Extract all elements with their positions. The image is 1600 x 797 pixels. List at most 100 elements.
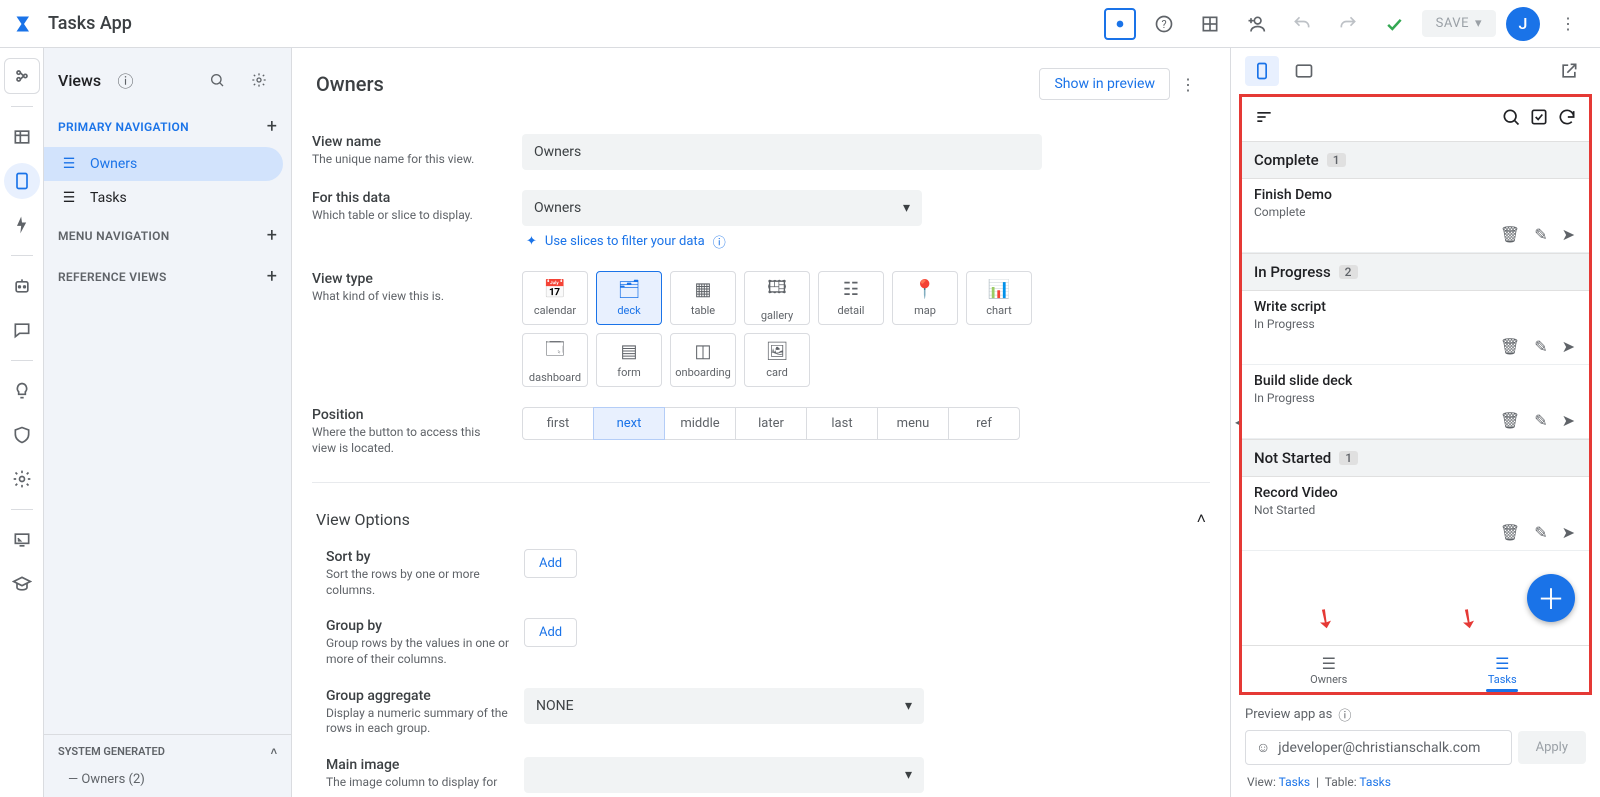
viewtype-tile-form[interactable]: ▤form: [596, 333, 662, 387]
plus-icon[interactable]: +: [267, 225, 277, 246]
gear-icon[interactable]: [241, 62, 277, 98]
preview-item[interactable]: Build slide deck In Progress 🗑 ✎ ➤: [1242, 365, 1589, 439]
preview-item[interactable]: Record Video Not Started 🗑 ✎ ➤: [1242, 477, 1589, 551]
add-user-icon[interactable]: [1238, 6, 1274, 42]
slices-hint-link[interactable]: Use slices to filter your data: [545, 234, 705, 249]
grid-icon[interactable]: [1192, 6, 1228, 42]
add-group-button[interactable]: Add: [524, 618, 577, 647]
add-sort-button[interactable]: Add: [524, 549, 577, 578]
view-name-input[interactable]: [522, 134, 1042, 170]
edit-icon[interactable]: ✎: [1534, 225, 1547, 244]
sysgen-item[interactable]: — Owners (2): [44, 768, 291, 797]
position-middle[interactable]: middle: [664, 407, 736, 440]
undo-icon[interactable]: [1284, 6, 1320, 42]
rail-chat-icon[interactable]: [4, 312, 40, 348]
viewtype-tile-detail[interactable]: ☷detail: [818, 271, 884, 325]
position-next[interactable]: next: [593, 407, 665, 440]
plus-icon[interactable]: +: [267, 116, 277, 137]
group-aggregate-select[interactable]: NONE ▾: [524, 688, 924, 724]
position-later[interactable]: later: [735, 407, 807, 440]
for-data-select[interactable]: Owners ▾: [522, 190, 922, 226]
section-system-generated[interactable]: SYSTEM GENERATED ˄: [44, 734, 291, 768]
open-external-icon[interactable]: [1552, 56, 1586, 86]
delete-icon[interactable]: 🗑: [1500, 411, 1520, 430]
open-icon[interactable]: ➤: [1562, 523, 1575, 542]
position-first[interactable]: first: [522, 407, 594, 440]
rail-security-icon[interactable]: [4, 417, 40, 453]
nav-item-owners[interactable]: ☰ Owners: [44, 147, 283, 181]
bottomnav-tasks[interactable]: ☰Tasks: [1416, 646, 1590, 692]
preview-as-input[interactable]: ☺ jdeveloper@christianschalk.com: [1245, 730, 1512, 765]
rail-manage-icon[interactable]: [4, 522, 40, 558]
rail-home-icon[interactable]: [4, 58, 40, 94]
section-reference-views[interactable]: REFERENCE VIEWS +: [44, 256, 291, 297]
open-icon[interactable]: ➤: [1562, 225, 1575, 244]
check-icon[interactable]: [1376, 6, 1412, 42]
rail-views-icon[interactable]: [4, 163, 40, 199]
rail-learn-icon[interactable]: [4, 566, 40, 602]
more-icon[interactable]: ⋮: [1170, 66, 1206, 102]
section-menu-nav[interactable]: MENU NAVIGATION +: [44, 215, 291, 256]
section-primary-nav[interactable]: PRIMARY NAVIGATION +: [44, 106, 291, 147]
rail-bot-icon[interactable]: [4, 268, 40, 304]
preview-group-header[interactable]: In Progress2: [1242, 253, 1589, 291]
checkbox-icon[interactable]: [1529, 107, 1549, 131]
preview-group-header[interactable]: Complete1: [1242, 141, 1589, 179]
open-icon[interactable]: ➤: [1562, 411, 1575, 430]
info-icon[interactable]: ⓘ: [713, 232, 726, 251]
preview-phone-tab[interactable]: [1245, 56, 1279, 86]
viewtype-tile-onboarding[interactable]: ◫onboarding: [670, 333, 736, 387]
item-title: Record Video: [1254, 485, 1577, 501]
info-icon[interactable]: ⓘ: [118, 68, 134, 92]
search-icon[interactable]: [1501, 107, 1521, 131]
nav-item-label: Owners: [90, 156, 137, 172]
show-in-preview-button[interactable]: Show in preview: [1039, 68, 1170, 100]
refresh-icon[interactable]: [1557, 107, 1577, 131]
avatar[interactable]: J: [1506, 7, 1540, 41]
position-last[interactable]: last: [806, 407, 878, 440]
more-icon[interactable]: ⋮: [1550, 6, 1586, 42]
viewtype-tile-gallery[interactable]: 🖽gallery: [744, 271, 810, 325]
help-icon[interactable]: ?: [1146, 6, 1182, 42]
preview-group-header[interactable]: Not Started1: [1242, 439, 1589, 477]
viewtype-tile-deck[interactable]: 🗂deck: [596, 271, 662, 325]
preview-toggle-icon[interactable]: [1104, 8, 1136, 40]
preview-item[interactable]: Write script In Progress 🗑 ✎ ➤: [1242, 291, 1589, 365]
fab-add-button[interactable]: ＋: [1527, 574, 1575, 622]
viewtype-tile-card[interactable]: 🖼card: [744, 333, 810, 387]
viewtype-tile-dashboard[interactable]: 🗔dashboard: [522, 333, 588, 387]
edit-icon[interactable]: ✎: [1534, 411, 1547, 430]
view-options-header[interactable]: View Options ˄: [312, 499, 1210, 539]
search-icon[interactable]: [199, 62, 235, 98]
status-table-link[interactable]: Tasks: [1359, 775, 1391, 789]
delete-icon[interactable]: 🗑: [1500, 337, 1520, 356]
info-icon[interactable]: ⓘ: [1338, 705, 1351, 724]
delete-icon[interactable]: 🗑: [1500, 225, 1520, 244]
bottomnav-owners[interactable]: ☰Owners: [1242, 646, 1416, 692]
save-button[interactable]: SAVE▾: [1422, 10, 1496, 37]
redo-icon[interactable]: [1330, 6, 1366, 42]
edit-icon[interactable]: ✎: [1534, 523, 1547, 542]
edit-icon[interactable]: ✎: [1534, 337, 1547, 356]
position-menu[interactable]: menu: [877, 407, 949, 440]
main-image-select[interactable]: ▾: [524, 757, 924, 793]
preview-item[interactable]: Finish Demo Complete 🗑 ✎ ➤: [1242, 179, 1589, 253]
rail-idea-icon[interactable]: [4, 373, 40, 409]
nav-item-tasks[interactable]: ☰ Tasks: [44, 181, 283, 215]
viewtype-tile-table[interactable]: ▦table: [670, 271, 736, 325]
menu-icon[interactable]: [1254, 107, 1274, 131]
open-icon[interactable]: ➤: [1562, 337, 1575, 356]
rail-settings-icon[interactable]: [4, 461, 40, 497]
rail-actions-icon[interactable]: [4, 207, 40, 243]
position-ref[interactable]: ref: [948, 407, 1020, 440]
preview-tablet-tab[interactable]: [1287, 56, 1321, 86]
rail-data-icon[interactable]: [4, 119, 40, 155]
apply-button[interactable]: Apply: [1518, 731, 1586, 764]
viewtype-tile-chart[interactable]: 📊chart: [966, 271, 1032, 325]
status-view-link[interactable]: Tasks: [1279, 775, 1311, 789]
delete-icon[interactable]: 🗑: [1500, 523, 1520, 542]
view-options-title: View Options: [316, 510, 1197, 529]
viewtype-tile-map[interactable]: 📍map: [892, 271, 958, 325]
plus-icon[interactable]: +: [267, 266, 277, 287]
viewtype-tile-calendar[interactable]: 📅calendar: [522, 271, 588, 325]
